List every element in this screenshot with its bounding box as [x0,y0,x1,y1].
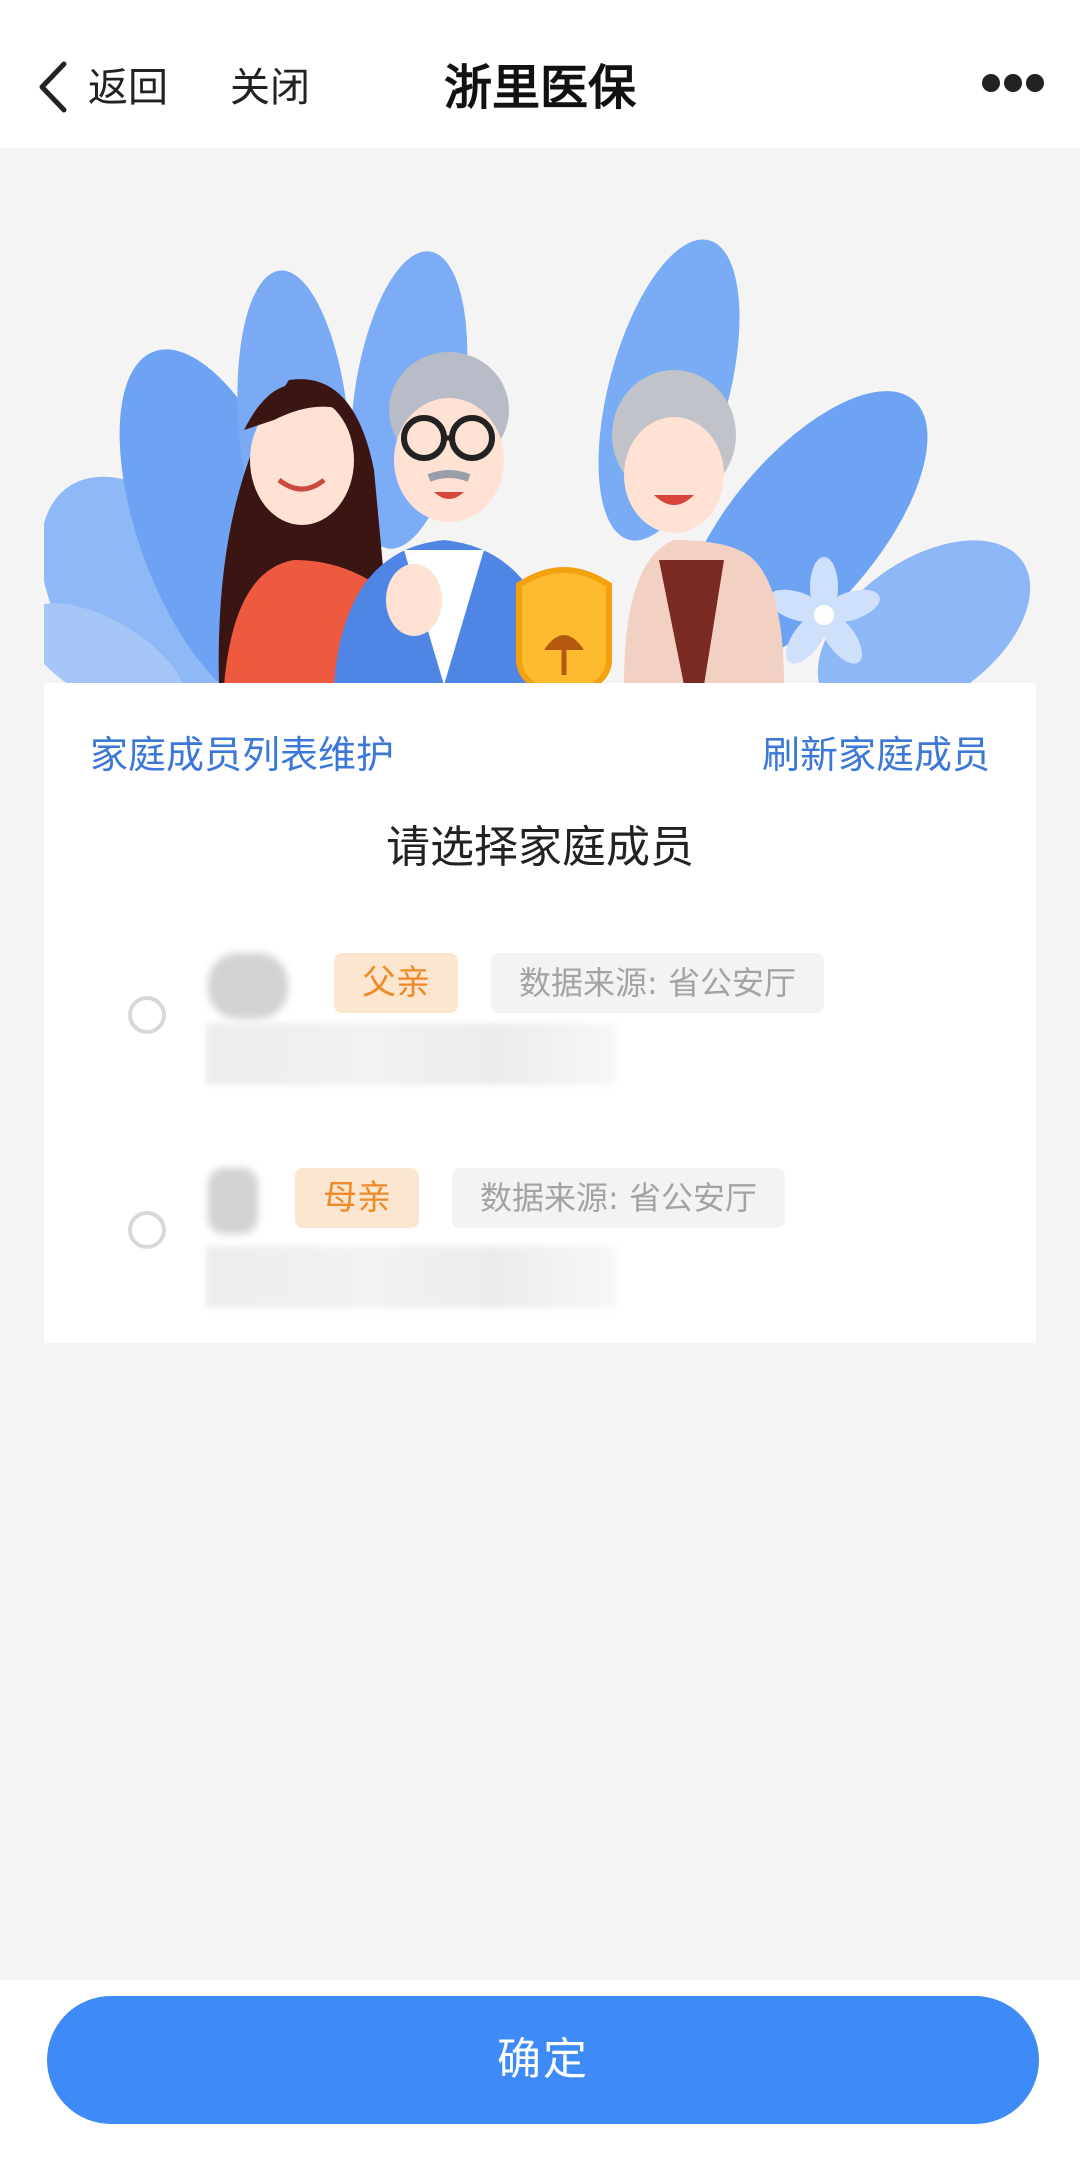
family-member-card: 家庭成员列表维护 刷新家庭成员 请选择家庭成员 父亲 数据来源: 省公安厅 母亲… [44,683,1036,1343]
confirm-button[interactable]: 确定 [47,1996,1039,2124]
page-title: 浙里医保 [443,60,636,116]
family-member-item-father[interactable]: 父亲 数据来源: 省公安厅 [44,923,1036,1093]
navigation-bar: 返回 关闭 浙里医保 [0,0,1080,148]
redacted-member-name [208,1168,258,1234]
data-source-tag: 数据来源: 省公安厅 [452,1168,785,1228]
refresh-family-members-link[interactable]: 刷新家庭成员 [762,727,990,783]
family-list-maintenance-link[interactable]: 家庭成员列表维护 [90,727,394,783]
family-insurance-illustration [44,239,1031,685]
redacted-member-info [206,1023,616,1085]
member-radio[interactable] [128,996,166,1034]
family-member-item-mother[interactable]: 母亲 数据来源: 省公安厅 [44,1138,1036,1308]
select-member-heading: 请选择家庭成员 [386,822,694,873]
relation-tag: 父亲 [334,953,458,1013]
member-radio[interactable] [128,1211,166,1249]
redacted-member-info [206,1246,616,1308]
data-source-tag: 数据来源: 省公安厅 [491,953,824,1013]
relation-tag: 母亲 [295,1168,419,1228]
redacted-member-name [208,953,288,1019]
more-options-icon[interactable] [982,74,1044,94]
bottom-action-bar: 确定 [0,1980,1080,2178]
